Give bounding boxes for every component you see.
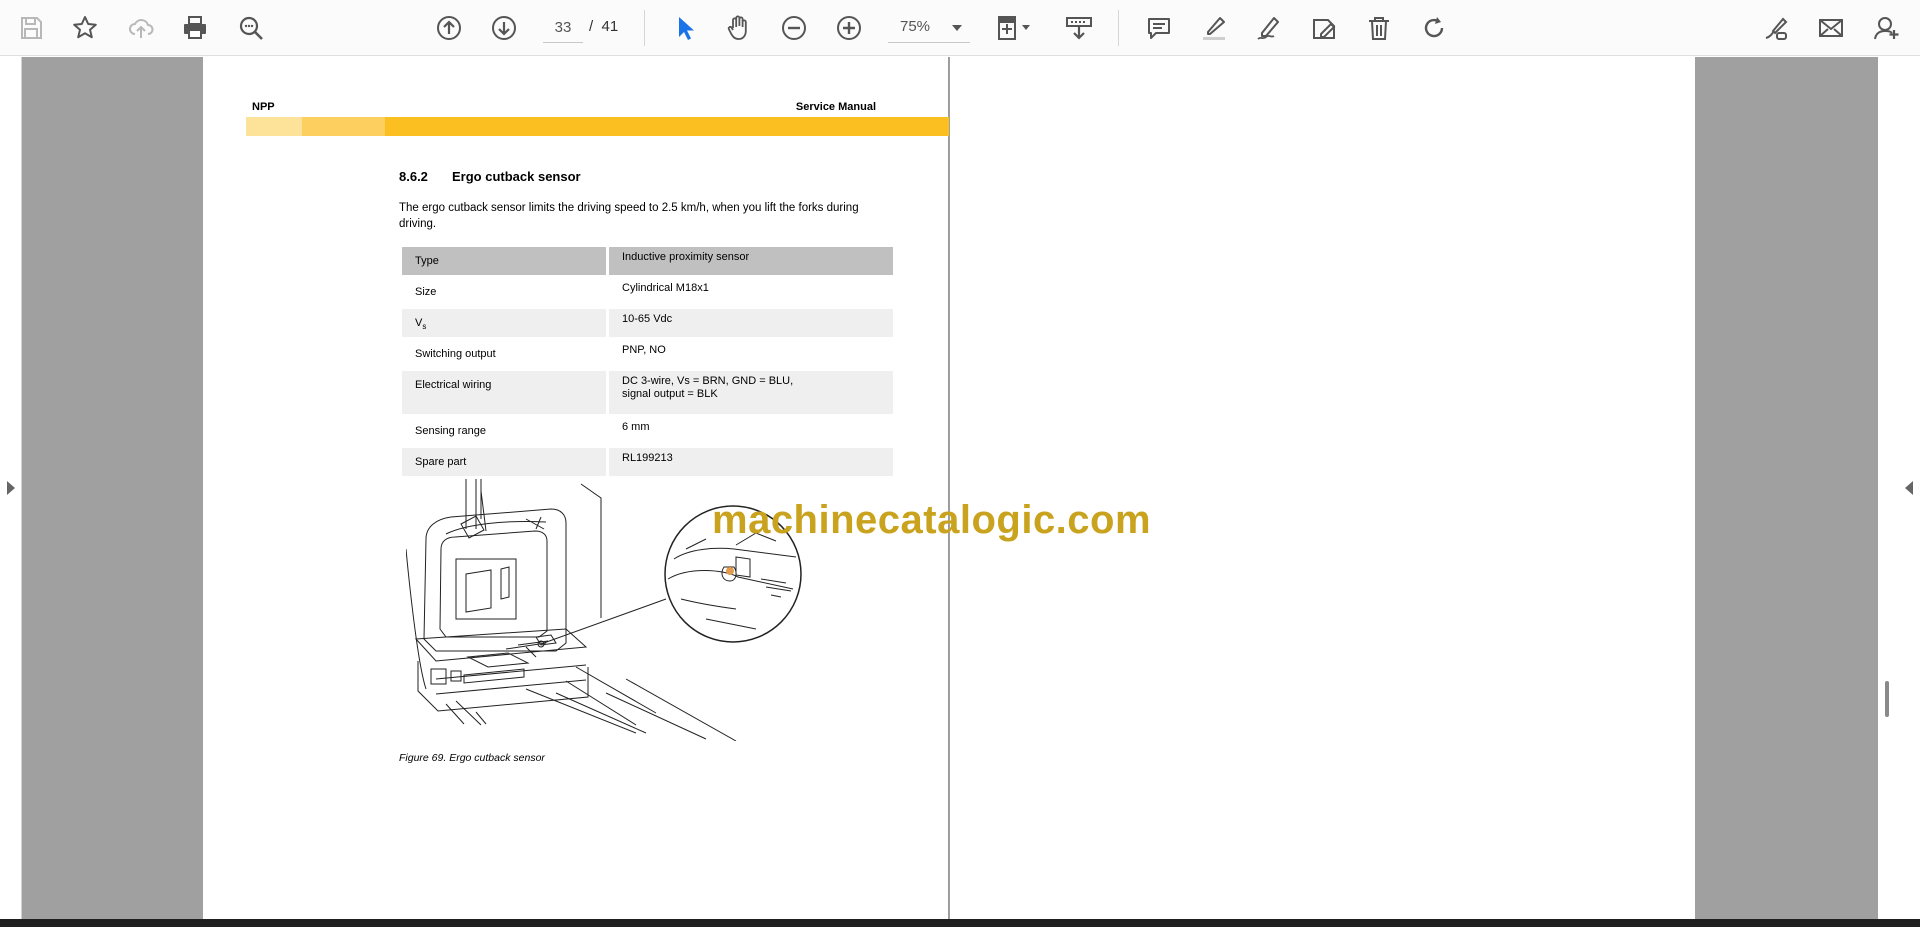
watermark: machinecatalogic.com <box>712 498 1152 542</box>
zoom-select[interactable]: 75% <box>888 13 970 43</box>
save-icon[interactable] <box>12 9 50 47</box>
spec-value: Cylindrical M18x1 <box>622 282 709 294</box>
upload-cloud-icon[interactable] <box>122 9 160 47</box>
fill-sign-icon[interactable] <box>1757 9 1795 47</box>
print-icon[interactable] <box>176 9 214 47</box>
spec-value: 6 mm <box>622 421 650 433</box>
expand-left-icon <box>7 481 15 495</box>
spec-value: 10-65 Vdc <box>609 309 893 337</box>
document-viewer[interactable]: NPP Service Manual 8.6.2 Ergo cutback se… <box>0 57 1920 919</box>
zoom-in-icon[interactable] <box>830 9 868 47</box>
spec-key: Electrical wiring <box>402 371 606 414</box>
table-row: Switching output PNP, NO <box>402 340 893 368</box>
rotate-icon[interactable] <box>1415 9 1453 47</box>
spec-value: Inductive proximity sensor <box>609 247 893 275</box>
zoom-value: 75% <box>900 18 931 35</box>
page-34 <box>950 57 1695 919</box>
header-band <box>246 117 949 136</box>
spec-table: Type Inductive proximity sensor Size Cyl… <box>402 247 893 479</box>
comment-icon[interactable] <box>1140 9 1178 47</box>
share-user-icon[interactable] <box>1868 9 1906 47</box>
chevron-down-icon <box>952 25 962 31</box>
table-row: Spare part RL199213 <box>402 448 893 476</box>
spec-key: Sensing range <box>415 425 486 437</box>
zoom-out-icon[interactable] <box>775 9 813 47</box>
right-panel-toggle[interactable] <box>1878 57 1920 919</box>
table-row: Sensing range 6 mm <box>402 417 893 445</box>
fit-page-icon[interactable] <box>990 9 1038 47</box>
table-row: Vs 10-65 Vdc <box>402 309 893 337</box>
hand-tool-icon[interactable] <box>720 9 758 47</box>
figure-caption: Figure 69. Ergo cutback sensor <box>399 752 545 764</box>
band-segment-medium <box>302 117 385 136</box>
spec-value: PNP, NO <box>622 344 666 356</box>
table-row: Type Inductive proximity sensor <box>402 247 893 275</box>
spec-key: Spare part <box>402 448 606 476</box>
toolbar-divider <box>1118 10 1119 46</box>
read-mode-icon[interactable] <box>1060 9 1098 47</box>
page-total: / 41 <box>589 18 619 35</box>
bookmark-star-icon[interactable] <box>66 9 104 47</box>
spec-key: Switching output <box>415 348 496 360</box>
section-number: 8.6.2 <box>399 169 428 184</box>
taskbar-strip <box>0 919 1920 927</box>
email-icon[interactable] <box>1812 9 1850 47</box>
header-right: Service Manual <box>795 101 876 113</box>
expand-right-icon <box>1905 481 1913 495</box>
page-33: NPP Service Manual 8.6.2 Ergo cutback se… <box>203 57 949 919</box>
delete-icon[interactable] <box>1360 9 1398 47</box>
page-down-icon[interactable] <box>485 9 523 47</box>
toolbar-divider <box>644 10 645 46</box>
stamp-icon[interactable] <box>1305 9 1343 47</box>
header-left: NPP <box>252 101 275 113</box>
spec-value: RL199213 <box>609 448 893 476</box>
toolbar: / 41 75% <box>0 0 1920 56</box>
page-up-icon[interactable] <box>430 9 468 47</box>
scrollbar-thumb[interactable] <box>1885 681 1889 717</box>
left-panel-toggle[interactable] <box>0 57 22 919</box>
table-row: Electrical wiring DC 3-wire, Vs = BRN, G… <box>402 371 893 414</box>
table-row: Size Cylindrical M18x1 <box>402 278 893 306</box>
intro-paragraph: The ergo cutback sensor limits the drivi… <box>399 202 859 230</box>
band-segment-light <box>246 117 302 136</box>
section-title: Ergo cutback sensor <box>452 169 581 184</box>
spec-key: Type <box>402 247 606 275</box>
draw-icon[interactable] <box>1250 9 1288 47</box>
spec-value: DC 3-wire, Vs = BRN, GND = BLU, signal ou… <box>609 371 893 414</box>
select-cursor-icon[interactable] <box>666 9 704 47</box>
spec-key: Vs <box>402 309 606 337</box>
page-number-input[interactable] <box>543 13 583 43</box>
zoom-search-icon[interactable] <box>232 9 270 47</box>
highlight-icon[interactable] <box>1195 9 1233 47</box>
spec-key: Size <box>415 286 437 298</box>
